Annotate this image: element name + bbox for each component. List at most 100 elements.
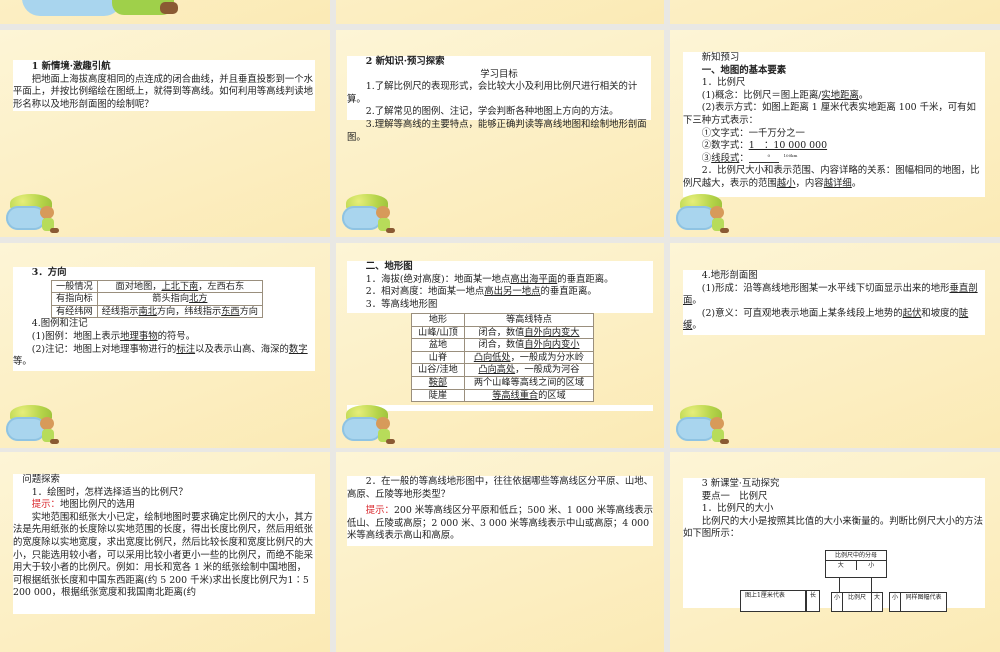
underlined-answer: 凸向高处 xyxy=(478,364,516,376)
table-cell: 山脊 xyxy=(411,350,465,365)
small-label: 小 xyxy=(868,562,875,569)
slide-heading: 2 新知识·预习探索 xyxy=(365,56,445,67)
table-cell: 凸向高处，一般成为河谷 xyxy=(463,363,595,377)
table-cell: 陡崖 xyxy=(411,388,465,403)
text-segment: 地形 xyxy=(428,314,448,325)
mid-label: 比例尺 xyxy=(843,593,872,611)
slide-2[interactable]: 2 新知识·预习探索 学习目标 1.了解比例尺的表现形式，会比较大小及利用比例尺… xyxy=(336,30,664,237)
text-segment: 2．在一般的等高线地形图中，往往依据哪些等高线区分平原、山地、高原、丘陵等地形类… xyxy=(347,476,654,500)
text-segment: (2)意义：可直观地表示地面上某条线段上地势的 xyxy=(701,307,903,319)
table-cell: 闭合，数值自外向内变大 xyxy=(463,325,595,340)
hint-label: 提示： xyxy=(365,505,394,517)
text-segment: 。 xyxy=(851,177,862,189)
table-row: 一般情况 面对地图，上北下南，左西右东 xyxy=(51,279,263,294)
underlined-answer: 数字 xyxy=(288,343,308,355)
text-segment: 1 新情境·激趣引航 xyxy=(31,61,111,72)
text-segment: 的垂直距离。 xyxy=(540,286,597,298)
table-row: 山峰/山顶 闭合，数值自外向内变大 xyxy=(411,325,595,340)
contour-terrain-table: 地形 等高线特点 山峰/山顶 闭合，数值自外向内变大 盆地 闭合，数值自外向内变小 山脊 凸向… xyxy=(411,313,595,403)
text-segment: 3．等高线地形图 xyxy=(365,298,438,310)
question: 2．在一般的等高线地形图中，往往依据哪些等高线区分平原、山地、高原、丘陵等地形类… xyxy=(347,476,653,501)
underlined-answer: 东西 xyxy=(221,305,240,317)
text-box: 二、地形图 1．海拔(绝对高度)：地面某一地点高出海平面的垂直距离。 2．相对高… xyxy=(347,261,653,313)
slide-partial-top-3[interactable] xyxy=(670,0,1000,24)
text-segment: 3 新课堂·互动探究 xyxy=(701,478,780,489)
paragraph: 比例尺的大小是按照其比值的大小来衡量的。判断比例尺大小的方法如下图所示： xyxy=(683,516,985,541)
text-segment: 1.了解比例尺的表现形式，会比较大小及利用比例尺进行相关的计算。 xyxy=(347,81,638,105)
table-row: 鞍部 两个山峰等高线之间的区域 xyxy=(411,375,595,390)
text-segment: 地图比例尺的选用 xyxy=(59,499,135,511)
text-segment: ，一般成为河谷 xyxy=(515,364,580,376)
text-segment: 二、地形图 xyxy=(365,261,413,272)
slide-4[interactable]: 3．方向 一般情况 面对地图，上北下南，左西右东 有指向标 箭头指向北方 有经纬网 经线指… xyxy=(0,243,330,448)
underlined-answer: 起伏 xyxy=(902,307,922,319)
slide-7[interactable]: 问题探索 1．绘图时，怎样选择适当的比例尺？ 提示：地图比例尺的选用 实地范围和… xyxy=(0,452,330,652)
slide-1[interactable]: 1 新情境·激趣引航 把地面上海拔高度相同的点连成的闭合曲线，并且垂直投影到一个… xyxy=(0,30,330,237)
text-segment: (2)注记：地图上对地理事物进行的 xyxy=(31,343,177,355)
paragraph: (1)概念：比例尺＝图上距离/实地距离。 xyxy=(683,90,985,103)
text-segment: ，一般成为分水岭 xyxy=(510,351,585,363)
paragraph: ①文字式：一千万分之一 xyxy=(683,128,985,141)
hint-label: 提示： xyxy=(31,499,60,511)
paragraph: (2)意义：可直观地表示地面上某条线段上地势的起伏和坡度的陡缓。 xyxy=(683,308,985,333)
underlined-answer: 凸向低处 xyxy=(473,351,511,363)
table-cell: 山谷/洼地 xyxy=(411,363,465,377)
text-segment: 新知预习 xyxy=(701,52,740,63)
slide-6[interactable]: 4.地形剖面图 (1)形成：沿等高线地形图某一水平线下切面显示出来的地形垂直剖面… xyxy=(670,243,1000,448)
table-cell: 山峰/山顶 xyxy=(411,325,465,340)
bear-decoration-icon xyxy=(342,192,398,236)
text-box: 新知预习 一、地图的基本要素 1．比例尺 (1)概念：比例尺＝图上距离/实地距离… xyxy=(683,52,985,197)
text-segment: 3.理解等高线的主要特点，能够正确判读等高线地图和绘制地形剖面图。 xyxy=(347,118,647,143)
table-row: 陡崖 等高线重合的区域 xyxy=(411,388,595,403)
direction-table: 一般情况 面对地图，上北下南，左西右东 有指向标 箭头指向北方 有经纬网 经线指示南北方向… xyxy=(51,279,263,319)
table-cell: 盆地 xyxy=(411,338,465,352)
text-segment: 1．比例尺 xyxy=(701,77,746,89)
table-cell: 鞍部 xyxy=(411,375,465,390)
text-segment: (2)表示方式：如图上距离 1 厘米代表实地距离 100 千米，可有如下三种方式… xyxy=(683,102,976,126)
slide-partial-top-1[interactable] xyxy=(0,0,330,24)
text-segment: (1)图例：地图上表示 xyxy=(31,330,121,342)
slide-8[interactable]: 2．在一般的等高线地形图中，往往依据哪些等高线区分平原、山地、高原、丘陵等地形类… xyxy=(336,452,664,652)
left-label: 图上1厘米代表 xyxy=(745,592,785,599)
underlined-answer: 南北 xyxy=(138,305,157,317)
text-segment: 要点一 比例尺 xyxy=(701,490,768,502)
text-segment: 陡崖 xyxy=(428,389,448,401)
text-box: 3．方向 一般情况 面对地图，上北下南，左西右东 有指向标 箭头指向北方 有经纬网 经线指… xyxy=(13,267,315,371)
underlined-answer: 标注 xyxy=(176,343,196,355)
subheading: 学习目标 xyxy=(480,68,518,80)
text-segment: 2．相对高度：地面某一地点 xyxy=(365,286,485,298)
underlined-answer: 地理事物 xyxy=(120,330,158,342)
bear-decoration-icon xyxy=(6,403,62,447)
bear-decoration-icon xyxy=(342,403,398,447)
paragraph: (1)形成：沿等高线地形图某一水平线下切面显示出来的地形垂直剖面。 xyxy=(683,283,985,308)
text-segment: 箭头指向 xyxy=(152,293,190,305)
text-segment: 方向，纬线指示 xyxy=(156,305,222,317)
denominator-box: 比例尺中的分母 大 小 xyxy=(825,550,887,578)
text-segment: 把地面上海拔高度相同的点连成的闭合曲线，并且垂直投影到一个水平面上，并按比例缩绘… xyxy=(13,73,314,110)
underlined-answer: 等高线重合 xyxy=(492,389,539,401)
table-row: 有指向标 箭头指向北方 xyxy=(51,292,263,306)
table-cell: 经线指示南北方向，纬线指示东西方向 xyxy=(96,304,263,319)
paragraph: 4.图例和注记 xyxy=(13,318,315,331)
table-cell: 闭合，数值自外向内变小 xyxy=(463,338,595,352)
section-heading: 要点一 比例尺 xyxy=(683,491,985,504)
text-segment: 山峰/山顶 xyxy=(418,326,458,338)
scale-bar: 0 100km xyxy=(748,153,797,163)
underlined-answer: 上北下南 xyxy=(161,280,199,292)
underlined-answer: 越小 xyxy=(776,177,796,189)
right-label: 同样图幅代表 xyxy=(905,594,942,601)
table-cell: 面对地图，上北下南，左西右东 xyxy=(96,279,263,294)
hint: 提示：200 米等高线区分平原和低丘；500 米、1 000 米等高线表示低山、… xyxy=(347,505,653,543)
text-content: 2 新知识·预习探索 学习目标 1.了解比例尺的表现形式，会比较大小及利用比例尺… xyxy=(347,56,651,144)
slide-3[interactable]: 新知预习 一、地图的基本要素 1．比例尺 (1)概念：比例尺＝图上距离/实地距离… xyxy=(670,30,1000,237)
left-value: 长 xyxy=(809,592,816,599)
slide-5[interactable]: 二、地形图 1．海拔(绝对高度)：地面某一地点高出海平面的垂直距离。 2．相对高… xyxy=(336,243,664,448)
slide-partial-top-2[interactable] xyxy=(336,0,664,24)
cartoon-shoe-illustration xyxy=(160,2,178,14)
text-segment: ，内容 xyxy=(795,177,824,189)
slide-9[interactable]: 3 新课堂·互动探究 要点一 比例尺 1．比例尺的大小 比例尺的大小是按照其比值… xyxy=(670,452,1000,652)
text-segment: ： xyxy=(739,152,749,164)
arrow-line xyxy=(839,578,840,592)
text-segment: 闭合，数值 xyxy=(478,326,525,338)
hint-title: 提示：地图比例尺的选用 xyxy=(13,499,315,512)
